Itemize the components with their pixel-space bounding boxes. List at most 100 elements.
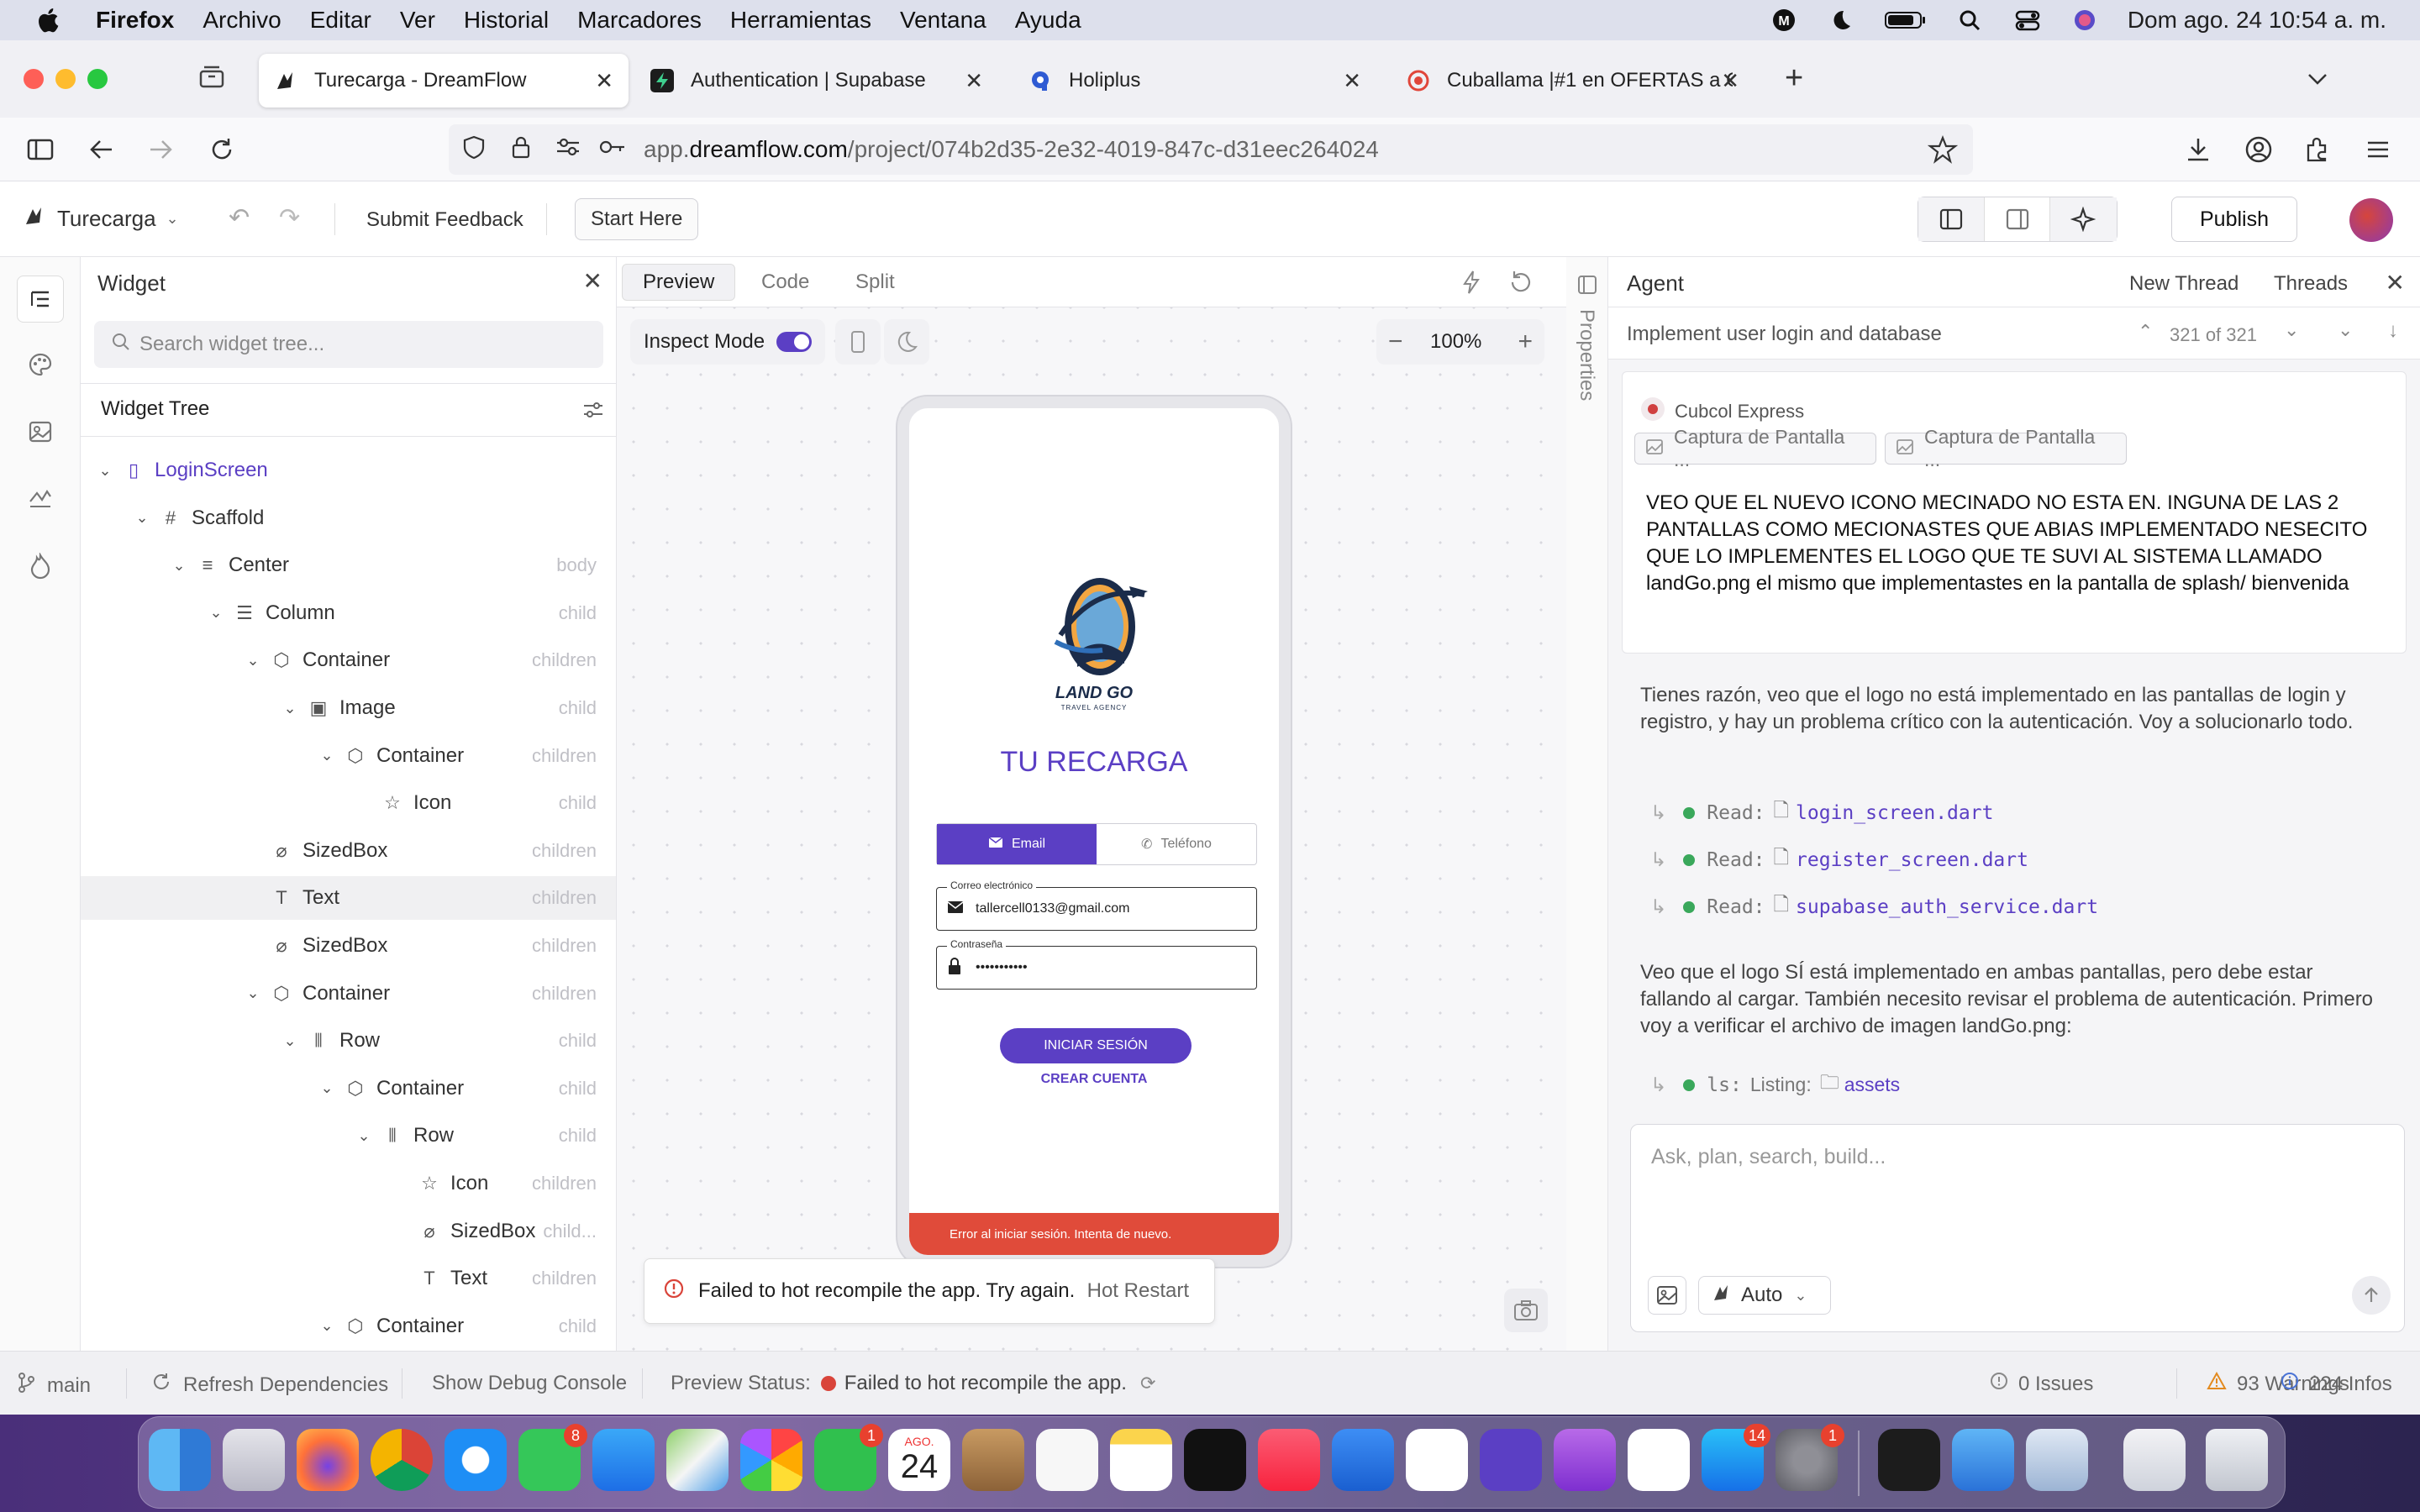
- tree-item-container[interactable]: ⌄ ⬡ Container child: [81, 1067, 616, 1110]
- battery-icon[interactable]: [1884, 8, 1928, 33]
- chevron-down-icon[interactable]: ⌄: [356, 1127, 371, 1145]
- threads-button[interactable]: Threads: [2274, 272, 2348, 296]
- attach-image-icon[interactable]: [1648, 1276, 1686, 1315]
- theme-palette-icon[interactable]: [22, 346, 59, 383]
- zoom-in-icon[interactable]: +: [1518, 328, 1533, 356]
- branch-indicator[interactable]: main: [17, 1372, 91, 1399]
- close-icon[interactable]: ✕: [2386, 269, 2405, 297]
- siri-icon[interactable]: [2070, 8, 2099, 33]
- site-permissions-icon[interactable]: [555, 134, 583, 165]
- tool-call-read[interactable]: ↳ Read: 🗋 supabase_auth_service.dart: [1650, 890, 2098, 923]
- tree-item-icon[interactable]: ☆ Icon child: [81, 781, 616, 825]
- double-chevron-down-icon[interactable]: ⌄: [2338, 319, 2353, 341]
- app-menu-icon[interactable]: [2361, 133, 2395, 166]
- undo-icon[interactable]: ↶: [229, 203, 250, 233]
- menu-ventana[interactable]: Ventana: [900, 7, 986, 34]
- device-phone-icon[interactable]: [835, 319, 881, 365]
- login-button[interactable]: INICIAR SESIÓN: [1000, 1028, 1192, 1063]
- model-mode-dropdown[interactable]: Auto ⌄: [1698, 1276, 1831, 1315]
- tree-item-image[interactable]: ⌄ ▣ Image child: [81, 686, 616, 730]
- tab-preview[interactable]: Preview: [622, 264, 736, 301]
- close-tab-icon[interactable]: ✕: [1721, 68, 1739, 94]
- tree-item-row[interactable]: ⌄ ⫴ Row child: [81, 1114, 616, 1158]
- tool-call-read[interactable]: ↳ Read: 🗋 login_screen.dart: [1650, 796, 1993, 829]
- photos-icon[interactable]: [740, 1429, 802, 1491]
- chevron-down-icon[interactable]: ⌄: [134, 509, 150, 527]
- tab-split[interactable]: Split: [835, 264, 915, 301]
- bookmark-star-icon[interactable]: [1927, 134, 1959, 171]
- attachment-chip[interactable]: Captura de Pantalla ...: [1885, 426, 2127, 470]
- spotlight-search-icon[interactable]: [1956, 8, 1985, 33]
- tree-item-sizedbox[interactable]: ⌀ SizedBox child...: [81, 1210, 616, 1253]
- menu-marcadores[interactable]: Marcadores: [577, 7, 702, 34]
- close-tab-icon[interactable]: ✕: [595, 68, 613, 94]
- left-panel-icon[interactable]: [1918, 197, 1986, 241]
- widget-tree-icon[interactable]: [17, 276, 64, 323]
- create-account-link[interactable]: CREAR CUENTA: [909, 1072, 1279, 1087]
- close-tab-icon[interactable]: ✕: [965, 68, 983, 94]
- tree-item-text[interactable]: T Text children: [81, 876, 616, 921]
- keynote-icon[interactable]: [1332, 1429, 1394, 1491]
- menu-app-name[interactable]: Firefox: [96, 7, 174, 34]
- safari-icon[interactable]: [445, 1429, 507, 1491]
- music-icon[interactable]: [1258, 1429, 1320, 1491]
- chevron-down-icon[interactable]: ⌄: [171, 557, 187, 575]
- sidebar-toggle-icon[interactable]: [24, 133, 57, 166]
- tab-code[interactable]: Code: [741, 264, 829, 301]
- menu-historial[interactable]: Historial: [464, 7, 549, 34]
- email-field[interactable]: Correo electrónico tallercell0133@gmail.…: [936, 879, 1257, 931]
- chevron-down-icon[interactable]: ⌄: [208, 604, 224, 622]
- avatar[interactable]: [2349, 198, 2393, 242]
- device-preview[interactable]: LAND GO TRAVEL AGENCY TU RECARGA Email ✆…: [897, 396, 1291, 1267]
- reload-icon[interactable]: [205, 133, 239, 166]
- publish-button[interactable]: Publish: [2171, 197, 2297, 242]
- list-all-tabs-chevron-icon[interactable]: [2302, 64, 2333, 94]
- system-settings-icon[interactable]: 1: [1776, 1424, 1844, 1491]
- extensions-icon[interactable]: [2301, 133, 2334, 166]
- tree-item-icon[interactable]: ☆ Icon children: [81, 1162, 616, 1205]
- forward-icon[interactable]: [145, 133, 178, 166]
- menu-editar[interactable]: Editar: [310, 7, 371, 34]
- attachment-chip[interactable]: Captura de Pantalla ...: [1634, 426, 1876, 470]
- agent-prompt-input[interactable]: Ask, plan, search, build... Auto ⌄: [1630, 1124, 2405, 1332]
- redo-icon[interactable]: ↷: [279, 203, 300, 233]
- actions-icon[interactable]: [22, 480, 59, 517]
- show-debug-console-button[interactable]: Show Debug Console: [432, 1372, 627, 1395]
- new-thread-button[interactable]: New Thread: [2129, 272, 2238, 296]
- firefox-icon[interactable]: [297, 1429, 359, 1491]
- m-status-icon[interactable]: M: [1770, 8, 1798, 33]
- new-tab-plus-icon[interactable]: +: [1785, 60, 1803, 97]
- inspect-mode-toggle[interactable]: [776, 332, 812, 352]
- send-arrow-icon[interactable]: [2352, 1276, 2391, 1315]
- tracking-shield-icon[interactable]: [462, 134, 491, 165]
- tree-item-loginscreen[interactable]: ⌄ ▯ LoginScreen: [81, 449, 616, 492]
- finder-icon[interactable]: [149, 1429, 211, 1491]
- tool-call-read[interactable]: ↳ Read: 🗋 register_screen.dart: [1650, 843, 2028, 876]
- properties-label[interactable]: Properties: [1575, 309, 1598, 401]
- trash-icon[interactable]: [2206, 1429, 2268, 1491]
- email-tab[interactable]: Email: [937, 824, 1097, 864]
- chevron-down-icon[interactable]: ⌄: [282, 700, 297, 717]
- tree-item-sizedbox[interactable]: ⌀ SizedBox children: [81, 829, 616, 873]
- widget-search-input[interactable]: Search widget tree...: [94, 321, 603, 368]
- key-icon[interactable]: [598, 134, 627, 165]
- tree-item-scaffold[interactable]: ⌄ # Scaffold: [81, 496, 616, 540]
- close-icon[interactable]: ✕: [583, 267, 602, 295]
- password-field[interactable]: Contraseña •••••••••••: [936, 938, 1257, 990]
- tab-turecarga[interactable]: Turecarga - DreamFlow ✕: [259, 54, 629, 108]
- refresh-dependencies-button[interactable]: Refresh Dependencies: [151, 1372, 388, 1398]
- maps-icon[interactable]: [666, 1429, 729, 1491]
- chevron-down-icon[interactable]: ⌄: [319, 747, 334, 764]
- apple-tv-icon[interactable]: [1184, 1429, 1246, 1491]
- start-here-button[interactable]: Start Here: [575, 198, 699, 240]
- minimize-window-button[interactable]: [55, 69, 76, 89]
- refresh-status-icon[interactable]: ⟳: [1140, 1373, 1155, 1394]
- firebase-flame-icon[interactable]: [22, 548, 59, 585]
- apple-icon[interactable]: [35, 6, 64, 34]
- chevron-down-icon[interactable]: ⌄: [245, 652, 260, 669]
- back-icon[interactable]: [84, 133, 118, 166]
- infos-count[interactable]: 224 Infos: [2281, 1372, 2392, 1396]
- properties-panel-icon[interactable]: [1576, 274, 1598, 300]
- mail-icon[interactable]: [592, 1429, 655, 1491]
- tab-holiplus[interactable]: Holiplus ✕: [1013, 54, 1376, 108]
